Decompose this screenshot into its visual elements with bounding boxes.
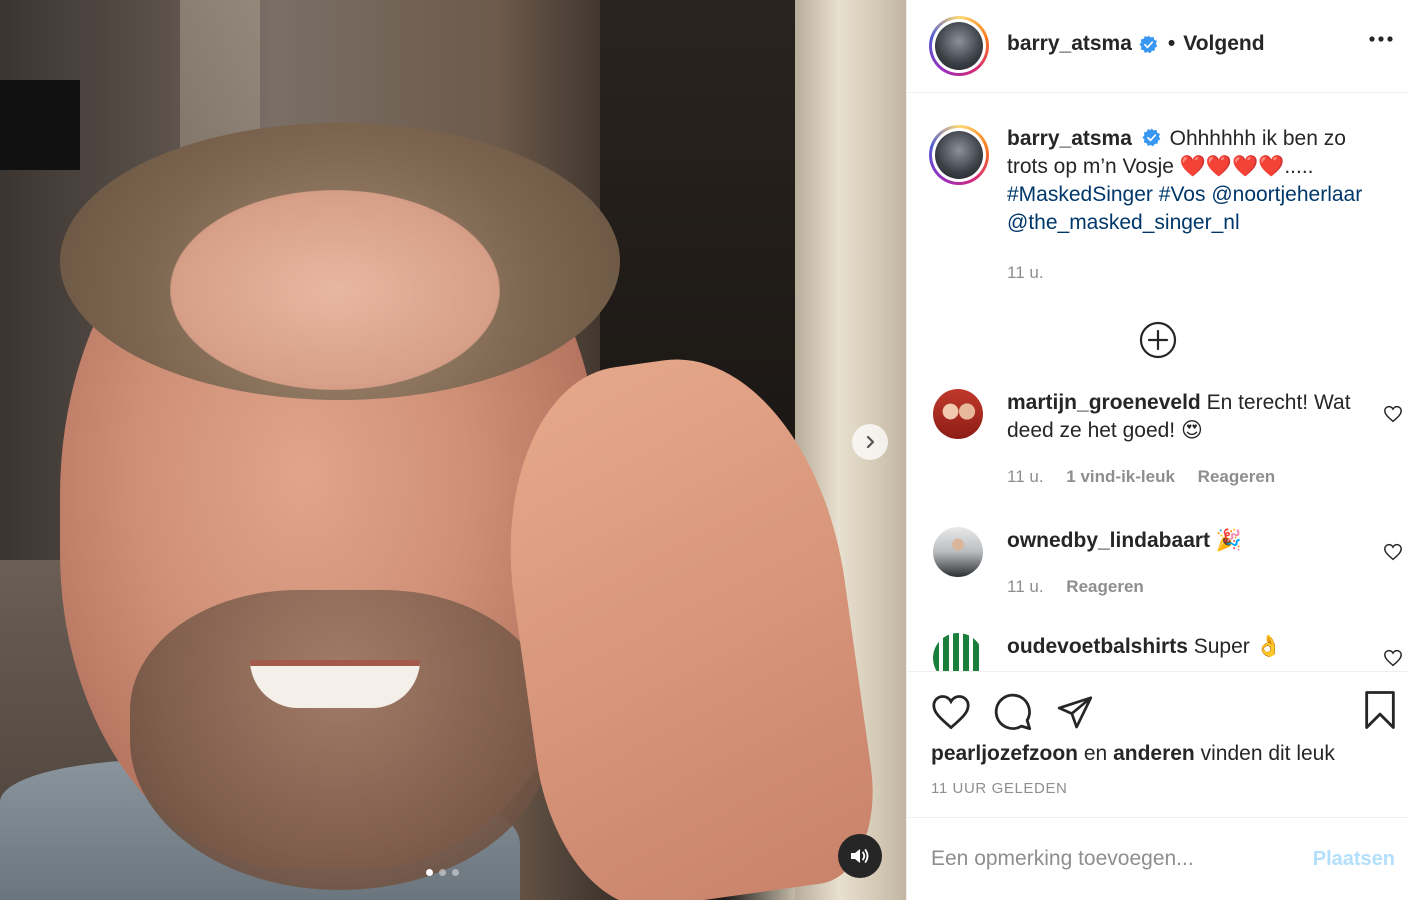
commenter-username[interactable]: oudevoetbalshirts [1007, 635, 1188, 658]
caption-meta: 11 u. [1007, 259, 1387, 287]
comment-bubble-icon[interactable] [993, 692, 1033, 732]
caption-username[interactable]: barry_atsma [1007, 127, 1132, 150]
commenter-avatar[interactable] [933, 389, 983, 439]
follow-status-button[interactable]: Volgend [1183, 32, 1264, 56]
share-send-icon[interactable] [1055, 693, 1095, 731]
author-avatar-image [935, 22, 983, 70]
commenter-username[interactable]: ownedby_lindabaart [1007, 529, 1210, 552]
carousel-next-button[interactable] [852, 424, 888, 460]
commenter-avatar[interactable] [933, 633, 983, 671]
add-comment-bar: Plaatsen [907, 817, 1408, 900]
comment-text: 🎉 [1215, 529, 1243, 552]
mention-link[interactable]: @the_masked_singer_nl [1007, 211, 1240, 234]
comment-reply-button[interactable]: Reageren [1198, 467, 1275, 486]
bookmark-icon[interactable] [1363, 690, 1397, 730]
comment-time[interactable]: 11 u. [1007, 467, 1044, 486]
speaker-icon [851, 849, 869, 863]
header-separator: • [1167, 32, 1176, 55]
person-smile [250, 660, 420, 708]
likes-suffix: vinden dit leuk [1200, 742, 1335, 765]
comment-meta: 11 u. Reageren [1007, 573, 1367, 601]
author-avatar[interactable] [929, 16, 989, 76]
carousel-dot [452, 869, 459, 876]
post-comment-button[interactable]: Plaatsen [1313, 848, 1395, 871]
caption-author-avatar[interactable] [929, 125, 989, 185]
hashtag-link[interactable]: #Vos [1159, 183, 1206, 206]
background-tv [0, 80, 80, 170]
heart-icon[interactable] [1383, 543, 1403, 561]
comment-input[interactable] [931, 847, 1313, 871]
post-actions: pearljozefzoon en anderen vinden dit leu… [907, 671, 1408, 817]
hashtag-link[interactable]: #MaskedSinger [1007, 183, 1153, 206]
comment-time[interactable]: 11 u. [1007, 577, 1044, 596]
heart-icon[interactable] [1383, 649, 1403, 667]
comment-item: ownedby_lindabaart 🎉 11 u. Reageren [907, 527, 1408, 601]
load-more-comments-button[interactable] [907, 321, 1408, 361]
commenter-username[interactable]: martijn_groeneveld [1007, 391, 1201, 414]
caption-time[interactable]: 11 u. [1007, 263, 1044, 282]
post-timestamp[interactable]: 11 UUR GELEDEN [907, 766, 1408, 797]
post-media[interactable] [0, 0, 906, 900]
more-options-icon[interactable] [1368, 26, 1394, 52]
comment-like-count[interactable]: 1 vind-ik-leuk [1066, 467, 1175, 486]
heart-icon[interactable] [1383, 405, 1403, 423]
carousel-indicator [426, 869, 459, 876]
comment-text: Super 👌 [1193, 635, 1282, 658]
comments-list[interactable]: barry_atsma Ohhhhhh ik ben zo trots op m… [907, 93, 1408, 671]
liker-username[interactable]: pearljozefzoon [931, 742, 1078, 765]
comment-reply-button[interactable]: Reageren [1066, 577, 1143, 596]
likes-others-link[interactable]: anderen [1113, 742, 1195, 765]
plus-circle-icon [1139, 321, 1177, 359]
likes-summary: pearljozefzoon en anderen vinden dit leu… [907, 732, 1408, 766]
mention-link[interactable]: @noortjeherlaar [1211, 183, 1362, 206]
likes-connector: en [1083, 742, 1108, 765]
verified-badge-icon [1142, 128, 1161, 147]
comment-item: martijn_groeneveld En terecht! Wat deed … [907, 389, 1408, 491]
person-forehead [170, 190, 500, 390]
like-heart-icon[interactable] [931, 694, 971, 730]
post-header: barry_atsma • Volgend [907, 0, 1408, 93]
audio-toggle-button[interactable] [838, 834, 882, 878]
comment-item: oudevoetbalshirts Super 👌 [907, 633, 1408, 671]
post-side-panel: barry_atsma • Volgend barry_atsma Ohhhhh… [906, 0, 1408, 900]
comment-meta: 11 u. 1 vind-ik-leuk Reageren [1007, 463, 1367, 491]
author-username[interactable]: barry_atsma [1007, 32, 1132, 56]
person-beard [130, 590, 550, 890]
caption-author-avatar-image [935, 131, 983, 179]
carousel-dot [426, 869, 433, 876]
chevron-right-icon [866, 435, 875, 449]
carousel-dot [439, 869, 446, 876]
verified-badge-icon [1139, 34, 1158, 53]
commenter-avatar[interactable] [933, 527, 983, 577]
post-caption: barry_atsma Ohhhhhh ik ben zo trots op m… [907, 93, 1408, 287]
